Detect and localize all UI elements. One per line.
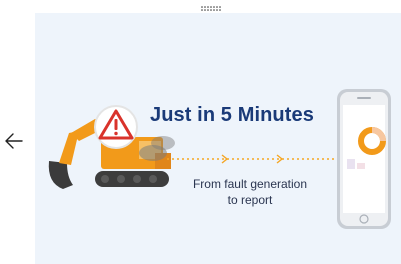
- banner: [35, 13, 401, 264]
- subtitle: From fault generation to report: [170, 176, 330, 208]
- warning-triangle-icon: [94, 105, 138, 149]
- back-button[interactable]: [2, 126, 32, 156]
- subtitle-line: From fault generation: [192, 177, 308, 191]
- progress-connector: [167, 154, 337, 164]
- dotted-pattern-icon: [200, 0, 224, 11]
- subtitle-line: to report: [227, 193, 273, 207]
- arrow-left-icon: [5, 133, 23, 149]
- headline: Just in 5 Minutes: [150, 104, 314, 126]
